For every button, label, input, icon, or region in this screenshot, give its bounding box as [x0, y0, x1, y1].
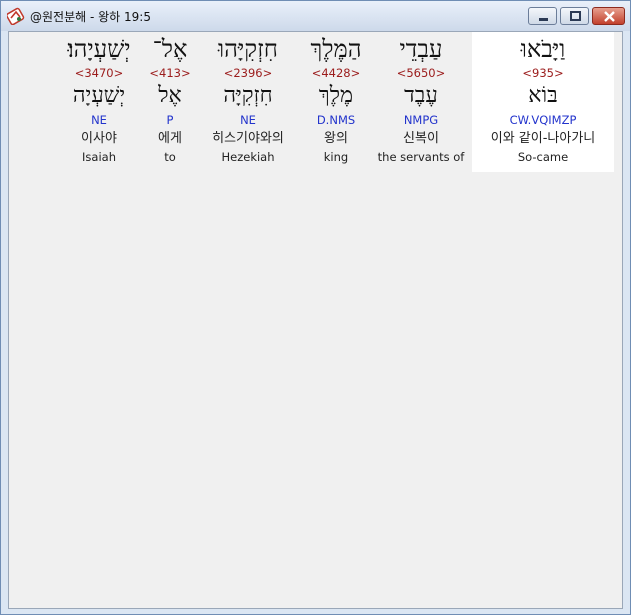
strong-number[interactable]: <413>: [145, 66, 195, 80]
close-icon: [604, 11, 615, 22]
close-button[interactable]: [592, 7, 625, 25]
english-gloss: king: [323, 150, 349, 164]
word-column[interactable]: יְשַׁעְיָהוּ׃ <3470> יְשַׁעְיָה NE 이사야 I…: [59, 32, 139, 172]
title-bar[interactable]: @원전분해 - 왕하 19:5: [1, 1, 630, 31]
word-column[interactable]: חִזְקִיָּהוּ <2396> חִזְקִיָּה NE 히스기야와의…: [201, 32, 295, 172]
hebrew-word: הַמֶּלֶךְ: [310, 35, 362, 63]
morphology-code: NMPG: [403, 113, 439, 127]
maximize-icon: [570, 11, 581, 21]
hebrew-word: חִזְקִיָּהוּ: [218, 35, 278, 63]
interlinear-panel: וַיָּבֹאוּ <935> בּוֹא CW.VQIMZP 이와 같이-나…: [8, 31, 623, 609]
english-gloss: So-came: [517, 150, 569, 164]
korean-gloss: 신복이: [403, 131, 439, 146]
english-gloss: the servants of: [377, 150, 465, 164]
hebrew-lemma: עֶבֶד: [404, 83, 438, 108]
hebrew-lemma: מֶלֶךְ: [318, 83, 354, 108]
strong-number[interactable]: <2396>: [201, 66, 295, 80]
word-column[interactable]: הַמֶּלֶךְ <4428> מֶלֶךְ D.NMS 왕의 king: [301, 32, 371, 172]
morphology-code: P: [166, 113, 174, 127]
strong-number[interactable]: <5650>: [375, 66, 467, 80]
word-column[interactable]: אֶל־ <413> אֶל P 에게 to: [145, 32, 195, 172]
maximize-button[interactable]: [560, 7, 589, 25]
hebrew-word: אֶל־: [152, 35, 188, 63]
app-window: @원전분해 - 왕하 19:5 וַיָּבֹאוּ <935> בּוֹא C…: [0, 0, 631, 615]
window-title: @원전분해 - 왕하 19:5: [30, 10, 151, 24]
hebrew-lemma: חִזְקִיָּה: [223, 83, 273, 108]
hebrew-word: יְשַׁעְיָהוּ׃: [67, 35, 131, 63]
minimize-button[interactable]: [528, 7, 557, 25]
word-column[interactable]: עַבְדֵי <5650> עֶבֶד NMPG 신복이 the servan…: [375, 32, 467, 172]
minimize-icon: [539, 18, 548, 21]
english-gloss: Hezekiah: [221, 150, 275, 164]
hebrew-lemma: יְשַׁעְיָה: [72, 83, 126, 108]
morphology-code: NE: [240, 113, 256, 127]
korean-gloss: 이사야: [81, 131, 117, 146]
strong-number[interactable]: <3470>: [59, 66, 139, 80]
korean-gloss: 히스기야와의: [212, 131, 284, 146]
hebrew-lemma: בּוֹא: [528, 83, 558, 108]
english-gloss: to: [164, 150, 176, 164]
word-column[interactable]: וַיָּבֹאוּ <935> בּוֹא CW.VQIMZP 이와 같이-나…: [472, 32, 614, 172]
korean-gloss: 왕의: [324, 131, 348, 146]
morphology-code: NE: [91, 113, 107, 127]
app-icon[interactable]: [6, 7, 25, 26]
morphology-code: D.NMS: [316, 113, 356, 127]
korean-gloss: 이와 같이-나아가니: [490, 131, 596, 146]
hebrew-word: עַבְדֵי: [399, 35, 443, 63]
korean-gloss: 에게: [158, 131, 182, 146]
hebrew-lemma: אֶל: [158, 83, 182, 108]
strong-number[interactable]: <4428>: [301, 66, 371, 80]
english-gloss: Isaiah: [82, 150, 116, 164]
strong-number[interactable]: <935>: [472, 66, 614, 80]
morphology-code: CW.VQIMZP: [509, 113, 577, 127]
hebrew-word: וַיָּבֹאוּ: [520, 35, 566, 63]
